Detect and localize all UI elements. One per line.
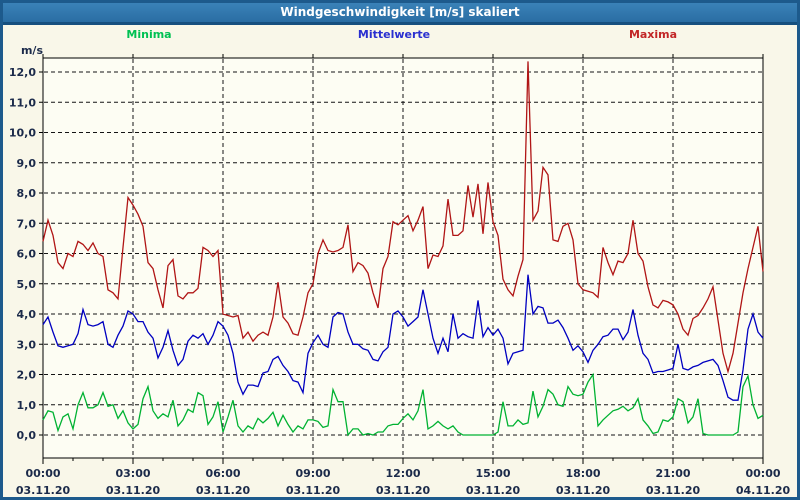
y-tick-label: 3,0 (17, 338, 37, 351)
wind-speed-chart: 0,0 1,0 2,0 3,0 4,0 5,0 6,0 7,0 8,0 9,0 10,0 11,0 12… (9, 54, 791, 497)
y-tick-label: 6,0 (17, 248, 37, 261)
y-tick-label: 4,0 (17, 308, 37, 321)
x-tick-date: 03.11.20 (196, 484, 251, 497)
y-tick-label: 10,0 (9, 127, 36, 140)
y-tick-label: 9,0 (17, 157, 37, 170)
x-tick-date: 03.11.20 (16, 484, 71, 497)
wind-speed-app-window: Windgeschwindigkeit [m/s] skaliert Minim… (0, 0, 800, 500)
x-tick-time: 18:00 (565, 467, 600, 480)
y-tick-label: 11,0 (9, 96, 36, 109)
x-tick-time: 15:00 (475, 467, 510, 480)
x-tick-date: 03.11.20 (466, 484, 521, 497)
y-tick-label: 2,0 (17, 369, 37, 382)
y-tick-label: 7,0 (17, 217, 37, 230)
x-tick-time: 21:00 (655, 467, 690, 480)
x-tick-date: 03.11.20 (106, 484, 161, 497)
x-tick-date: 03.11.20 (286, 484, 341, 497)
y-tick-label: 5,0 (17, 278, 37, 291)
x-tick-time: 00:00 (745, 467, 780, 480)
x-tick-time: 09:00 (295, 467, 330, 480)
x-tick-date: 04.11.20 (736, 484, 791, 497)
y-tick-label: 0,0 (17, 429, 37, 442)
x-tick-date: 03.11.20 (376, 484, 431, 497)
y-tick-label: 1,0 (17, 399, 37, 412)
x-tick-date: 03.11.20 (646, 484, 701, 497)
x-tick-time: 00:00 (25, 467, 60, 480)
x-tick-time: 06:00 (205, 467, 240, 480)
y-tick-label: 8,0 (17, 187, 37, 200)
x-tick-time: 12:00 (385, 467, 420, 480)
x-tick-date: 03.11.20 (556, 484, 611, 497)
x-tick-time: 03:00 (115, 467, 150, 480)
y-tick-label: 12,0 (9, 66, 36, 79)
